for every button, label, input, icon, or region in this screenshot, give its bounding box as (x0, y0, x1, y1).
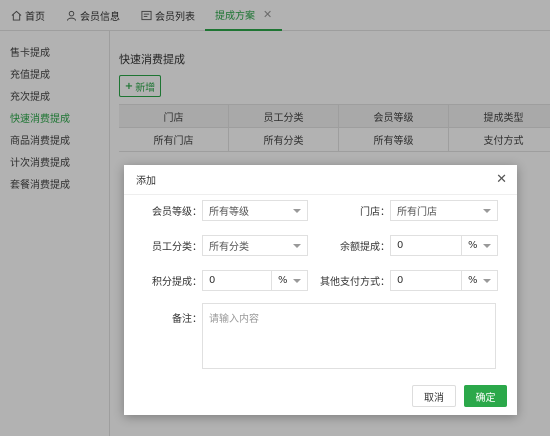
chevron-down-icon (483, 208, 491, 213)
points-unit-value: % (278, 275, 288, 286)
points-unit-select[interactable]: % (272, 270, 308, 291)
member-level-field: 会员等级： 所有等级 (144, 200, 308, 221)
other-payment-label: 其他支付方式： (320, 277, 390, 288)
remark-textarea[interactable]: 请输入内容 (202, 303, 496, 369)
staff-category-label: 员工分类： (152, 242, 202, 253)
chevron-down-icon (293, 243, 301, 248)
store-label: 门店： (360, 207, 390, 218)
staff-category-field: 员工分类： 所有分类 (144, 235, 308, 256)
dialog-header: 添加 ✕ (124, 165, 517, 195)
store-field: 门店： 所有门店 (330, 200, 498, 221)
member-level-select[interactable]: 所有等级 (202, 200, 308, 221)
points-commission-label: 积分提成： (152, 277, 202, 288)
chevron-down-icon (293, 278, 301, 283)
other-payment-unit-select[interactable]: % (462, 270, 498, 291)
store-value: 所有门店 (397, 207, 437, 218)
remark-label: 备注： (172, 314, 202, 325)
chevron-down-icon (483, 243, 491, 248)
other-payment-combo: 0 % (390, 270, 498, 291)
store-select[interactable]: 所有门店 (390, 200, 498, 221)
other-payment-unit-value: % (468, 275, 478, 286)
points-commission-input[interactable]: 0 (202, 270, 272, 291)
staff-category-value: 所有分类 (209, 242, 249, 253)
balance-commission-input[interactable]: 0 (390, 235, 462, 256)
balance-commission-field: 余额提成： 0 % (330, 235, 498, 256)
chevron-down-icon (293, 208, 301, 213)
dialog-title: 添加 (136, 176, 156, 187)
points-commission-combo: 0 % (202, 270, 308, 291)
balance-unit-value: % (468, 240, 478, 251)
balance-commission-combo: 0 % (390, 235, 498, 256)
staff-category-select[interactable]: 所有分类 (202, 235, 308, 256)
member-level-label: 会员等级： (152, 207, 202, 218)
chevron-down-icon (483, 278, 491, 283)
other-payment-field: 其他支付方式： 0 % (320, 270, 498, 291)
points-commission-field: 积分提成： 0 % (144, 270, 308, 291)
cancel-button[interactable]: 取消 (412, 385, 456, 407)
balance-unit-select[interactable]: % (462, 235, 498, 256)
confirm-button[interactable]: 确定 (464, 385, 507, 407)
add-dialog: 添加 ✕ 会员等级： 所有等级 门店： 所有门店 员工分类： 所有分类 余额提成… (124, 165, 517, 415)
close-icon[interactable]: ✕ (496, 172, 507, 187)
other-payment-input[interactable]: 0 (390, 270, 462, 291)
member-level-value: 所有等级 (209, 207, 249, 218)
balance-commission-label: 余额提成： (340, 242, 390, 253)
